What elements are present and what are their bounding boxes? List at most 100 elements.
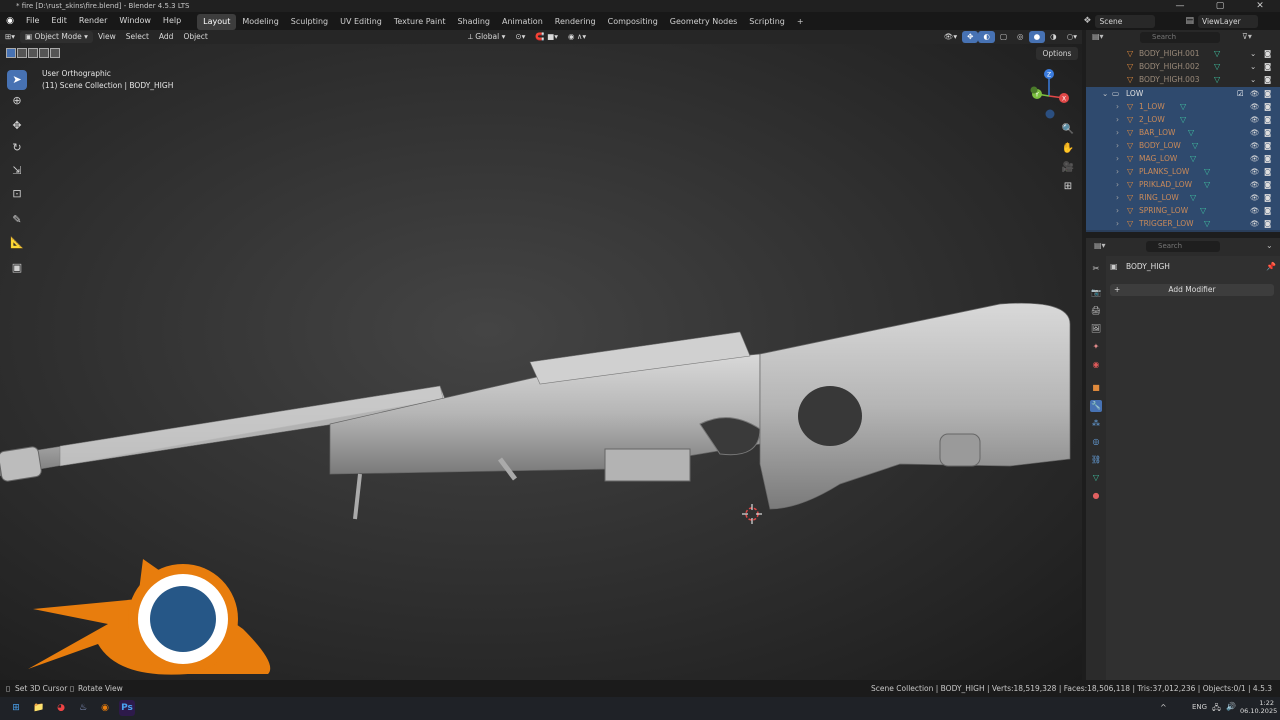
scene-tab-icon[interactable]: ✦ <box>1090 341 1102 353</box>
zoom-icon[interactable]: 🔍 <box>1060 122 1076 138</box>
shading-wireframe-icon[interactable]: ◎ <box>1012 31 1029 43</box>
3d-viewport[interactable]: Options User Orthographic (11) Scene Col… <box>0 44 1082 680</box>
camera-visibility-icon[interactable]: ◙ <box>1264 191 1271 204</box>
tab-sculpting[interactable]: Sculpting <box>285 14 334 30</box>
outliner-row-trigger-low[interactable]: › ▽ TRIGGER_LOW ▽ 👁 ◙ <box>1086 217 1280 230</box>
gizmo-neg-y-axis[interactable] <box>1030 86 1038 94</box>
tab-compositing[interactable]: Compositing <box>602 14 664 30</box>
view-layer-tab-icon[interactable]: 🖼 <box>1090 323 1102 335</box>
menu-select[interactable]: Select <box>121 31 154 43</box>
pan-hand-icon[interactable]: ✋ <box>1060 141 1076 157</box>
scene-field[interactable]: Scene <box>1095 14 1156 28</box>
tab-layout[interactable]: Layout <box>197 13 237 30</box>
gizmo-toggle-icon[interactable]: ✥ <box>962 31 979 43</box>
clock[interactable]: 1:22 06.10.2025 <box>1240 699 1277 715</box>
gizmo-neg-z-axis[interactable] <box>1045 109 1055 119</box>
transform-tool-icon[interactable]: ⊡ <box>7 184 27 204</box>
menu-help[interactable]: Help <box>157 12 187 30</box>
eye-icon[interactable]: 👁 <box>1250 217 1260 230</box>
output-tab-icon[interactable]: 🖨 <box>1090 305 1102 317</box>
expand-arrow-icon[interactable]: › <box>1116 113 1119 126</box>
add-modifier-button[interactable]: + Add Modifier <box>1110 284 1274 296</box>
tab-geometry-nodes[interactable]: Geometry Nodes <box>664 14 743 30</box>
language-indicator[interactable]: ENG <box>1192 703 1207 711</box>
menu-file[interactable]: File <box>20 12 45 30</box>
camera-visibility-icon[interactable]: ◙ <box>1264 73 1271 86</box>
camera-visibility-icon[interactable]: ◙ <box>1264 165 1271 178</box>
snap-icon[interactable]: 🧲 ■▾ <box>530 31 563 43</box>
cursor-tool-icon[interactable]: ⊕ <box>7 91 27 111</box>
viewport-options-button[interactable]: Options <box>1036 47 1078 60</box>
maximize-button[interactable]: ▢ <box>1200 0 1240 12</box>
expand-arrow-icon[interactable]: › <box>1116 152 1119 165</box>
rotate-tool-icon[interactable]: ↻ <box>7 138 27 158</box>
camera-visibility-icon[interactable]: ◙ <box>1264 87 1271 100</box>
photoshop-icon[interactable]: Ps <box>119 700 135 716</box>
expand-arrow-icon[interactable]: › <box>1116 165 1119 178</box>
scale-tool-icon[interactable]: ⇲ <box>7 161 27 181</box>
expand-arrow-icon[interactable]: › <box>1116 126 1119 139</box>
camera-visibility-icon[interactable]: ◙ <box>1264 126 1271 139</box>
menu-view[interactable]: View <box>93 31 121 43</box>
select-box-mode-icon[interactable] <box>6 48 16 58</box>
minimize-button[interactable]: — <box>1160 0 1200 12</box>
blender-taskbar-icon[interactable]: ◉ <box>97 700 113 716</box>
expand-arrow-icon[interactable]: › <box>1116 178 1119 191</box>
tool-tab-icon[interactable]: ✂ <box>1090 263 1102 275</box>
windows-start-icon[interactable]: ⊞ <box>8 700 24 716</box>
outliner-row-body-low[interactable]: › ▽ BODY_LOW ▽ 👁 ◙ <box>1086 139 1280 152</box>
camera-visibility-icon[interactable]: ◙ <box>1264 139 1271 152</box>
collapse-icon[interactable]: ⌄ <box>1250 47 1256 60</box>
expand-arrow-icon[interactable]: › <box>1116 100 1119 113</box>
expand-arrow-icon[interactable]: › <box>1116 139 1119 152</box>
outliner-editor-icon[interactable]: ▤▾ <box>1092 32 1104 41</box>
outliner-search-field[interactable]: Search <box>1140 32 1220 43</box>
tab-rendering[interactable]: Rendering <box>549 14 602 30</box>
eye-icon[interactable]: 👁 <box>1250 126 1260 139</box>
menu-object[interactable]: Object <box>178 31 212 43</box>
collection-checkbox[interactable]: ☑ <box>1237 87 1244 100</box>
eye-icon[interactable]: 👁 <box>1250 152 1260 165</box>
outliner-row-ring-low[interactable]: › ▽ RING_LOW ▽ 👁 ◙ <box>1086 191 1280 204</box>
navigation-gizmo[interactable]: Z X Y <box>1024 64 1074 124</box>
blender-logo-icon[interactable]: ◉ <box>0 16 20 26</box>
outliner-row-spring-low[interactable]: › ▽ SPRING_LOW ▽ 👁 ◙ <box>1086 204 1280 217</box>
tab-uv-editing[interactable]: UV Editing <box>334 14 388 30</box>
camera-visibility-icon[interactable]: ◙ <box>1264 100 1271 113</box>
collapse-icon[interactable]: ⌄ <box>1250 73 1256 86</box>
view-layer-field[interactable]: ViewLayer <box>1198 14 1258 28</box>
close-button[interactable]: ✕ <box>1240 0 1280 12</box>
volume-icon[interactable]: 🔊 <box>1226 702 1236 711</box>
outliner-row-body-high-002[interactable]: ▽ BODY_HIGH.002 ▽ ⌄ ◙ <box>1086 60 1280 73</box>
menu-add[interactable]: Add <box>154 31 179 43</box>
overlay-toggle-icon[interactable]: ◐ <box>978 31 995 43</box>
outliner-row-1-low[interactable]: › ▽ 1_LOW ▽ 👁 ◙ <box>1086 100 1280 113</box>
eye-icon[interactable]: 👁 <box>1250 165 1260 178</box>
select-subtract-mode-icon[interactable] <box>28 48 38 58</box>
camera-visibility-icon[interactable]: ◙ <box>1264 178 1271 191</box>
view-layer-icon[interactable]: ▤ <box>1185 16 1194 26</box>
mesh-data-tab-icon[interactable]: ▽ <box>1090 472 1102 484</box>
modifier-tab-icon[interactable]: 🔧 <box>1090 400 1102 412</box>
shading-solid-icon[interactable]: ● <box>1028 31 1046 43</box>
mode-selector[interactable]: ▣ Object Mode ▾ <box>20 31 93 43</box>
constraints-tab-icon[interactable]: ⛓ <box>1090 454 1102 466</box>
eye-icon[interactable]: 👁 <box>1250 191 1260 204</box>
outliner-filter-icon[interactable]: ⊽▾ <box>1242 32 1252 41</box>
chrome-icon[interactable]: ◕ <box>53 700 69 716</box>
expand-arrow-icon[interactable]: › <box>1116 204 1119 217</box>
eye-icon[interactable]: 👁 <box>1250 178 1260 191</box>
outliner-row-planks-low[interactable]: › ▽ PLANKS_LOW ▽ 👁 ◙ <box>1086 165 1280 178</box>
physics-tab-icon[interactable]: ◎ <box>1090 436 1102 448</box>
eye-icon[interactable]: 👁 <box>1250 113 1260 126</box>
menu-edit[interactable]: Edit <box>45 12 73 30</box>
camera-visibility-icon[interactable]: ◙ <box>1264 204 1271 217</box>
move-tool-icon[interactable]: ✥ <box>7 116 27 136</box>
select-invert-mode-icon[interactable] <box>39 48 49 58</box>
expand-arrow-icon[interactable]: › <box>1116 217 1119 230</box>
pivot-icon[interactable]: ⊙▾ <box>510 31 530 43</box>
visibility-icon[interactable]: 👁▾ <box>939 31 962 43</box>
network-icon[interactable]: 🖧 <box>1212 702 1221 716</box>
eye-icon[interactable]: 👁 <box>1250 204 1260 217</box>
tab-shading[interactable]: Shading <box>451 14 496 30</box>
